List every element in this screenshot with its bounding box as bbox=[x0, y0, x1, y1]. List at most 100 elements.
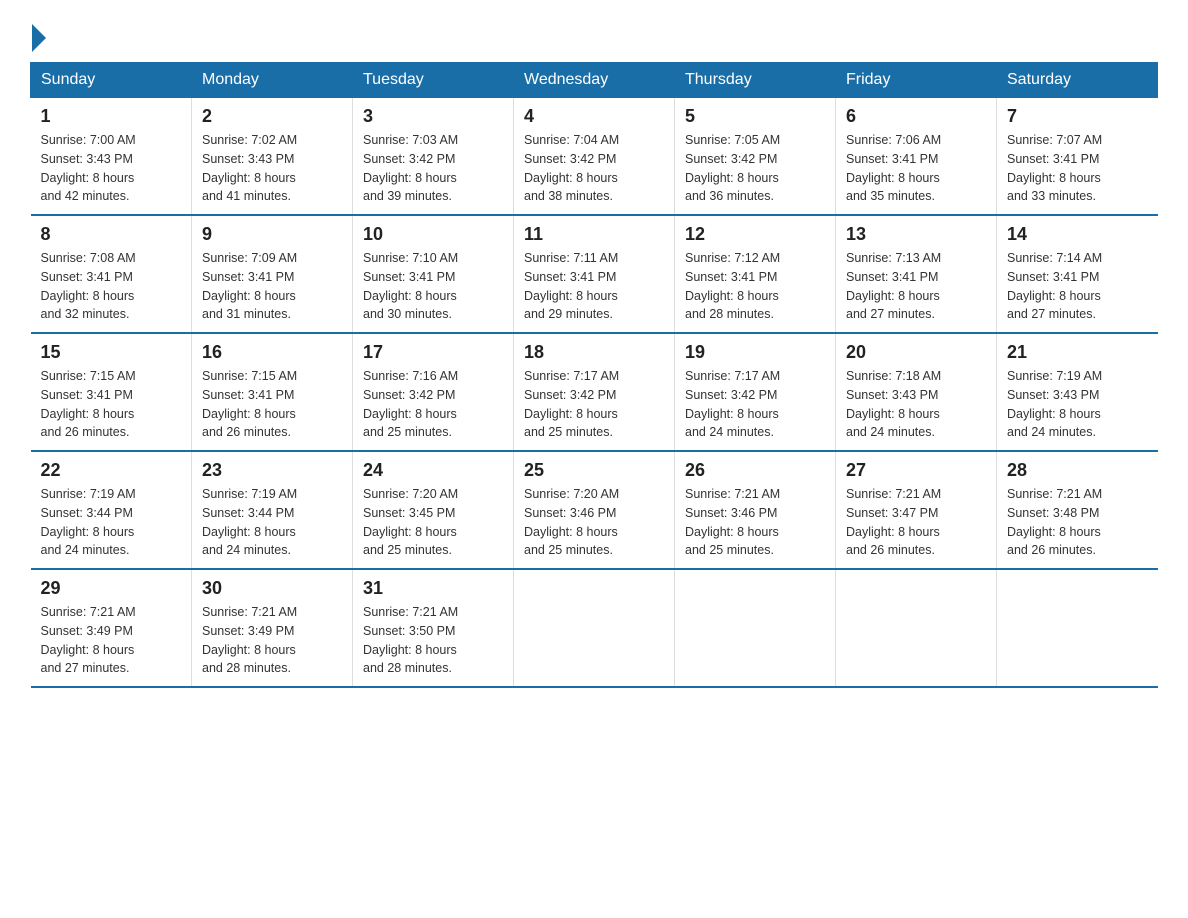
calendar-cell: 29 Sunrise: 7:21 AMSunset: 3:49 PMDaylig… bbox=[31, 569, 192, 687]
calendar-week-row: 1 Sunrise: 7:00 AMSunset: 3:43 PMDayligh… bbox=[31, 98, 1158, 216]
day-number: 13 bbox=[846, 224, 986, 245]
day-number: 28 bbox=[1007, 460, 1148, 481]
day-info: Sunrise: 7:06 AMSunset: 3:41 PMDaylight:… bbox=[846, 131, 986, 206]
day-info: Sunrise: 7:19 AMSunset: 3:43 PMDaylight:… bbox=[1007, 367, 1148, 442]
day-number: 17 bbox=[363, 342, 503, 363]
calendar-cell: 21 Sunrise: 7:19 AMSunset: 3:43 PMDaylig… bbox=[997, 333, 1158, 451]
day-number: 29 bbox=[41, 578, 182, 599]
calendar-cell: 2 Sunrise: 7:02 AMSunset: 3:43 PMDayligh… bbox=[192, 98, 353, 216]
calendar-cell: 5 Sunrise: 7:05 AMSunset: 3:42 PMDayligh… bbox=[675, 98, 836, 216]
calendar-cell: 9 Sunrise: 7:09 AMSunset: 3:41 PMDayligh… bbox=[192, 215, 353, 333]
day-number: 21 bbox=[1007, 342, 1148, 363]
weekday-header-tuesday: Tuesday bbox=[353, 63, 514, 98]
calendar-cell bbox=[514, 569, 675, 687]
day-number: 15 bbox=[41, 342, 182, 363]
day-info: Sunrise: 7:11 AMSunset: 3:41 PMDaylight:… bbox=[524, 249, 664, 324]
calendar-cell: 12 Sunrise: 7:12 AMSunset: 3:41 PMDaylig… bbox=[675, 215, 836, 333]
day-info: Sunrise: 7:15 AMSunset: 3:41 PMDaylight:… bbox=[202, 367, 342, 442]
day-number: 6 bbox=[846, 106, 986, 127]
calendar-cell: 1 Sunrise: 7:00 AMSunset: 3:43 PMDayligh… bbox=[31, 98, 192, 216]
calendar-cell: 10 Sunrise: 7:10 AMSunset: 3:41 PMDaylig… bbox=[353, 215, 514, 333]
calendar-week-row: 15 Sunrise: 7:15 AMSunset: 3:41 PMDaylig… bbox=[31, 333, 1158, 451]
day-info: Sunrise: 7:21 AMSunset: 3:46 PMDaylight:… bbox=[685, 485, 825, 560]
calendar-header-row: SundayMondayTuesdayWednesdayThursdayFrid… bbox=[31, 63, 1158, 98]
day-number: 5 bbox=[685, 106, 825, 127]
day-number: 18 bbox=[524, 342, 664, 363]
calendar-cell: 25 Sunrise: 7:20 AMSunset: 3:46 PMDaylig… bbox=[514, 451, 675, 569]
day-info: Sunrise: 7:20 AMSunset: 3:46 PMDaylight:… bbox=[524, 485, 664, 560]
calendar-cell: 20 Sunrise: 7:18 AMSunset: 3:43 PMDaylig… bbox=[836, 333, 997, 451]
day-number: 12 bbox=[685, 224, 825, 245]
calendar-cell: 8 Sunrise: 7:08 AMSunset: 3:41 PMDayligh… bbox=[31, 215, 192, 333]
calendar-cell: 28 Sunrise: 7:21 AMSunset: 3:48 PMDaylig… bbox=[997, 451, 1158, 569]
calendar-cell: 26 Sunrise: 7:21 AMSunset: 3:46 PMDaylig… bbox=[675, 451, 836, 569]
day-info: Sunrise: 7:07 AMSunset: 3:41 PMDaylight:… bbox=[1007, 131, 1148, 206]
day-number: 14 bbox=[1007, 224, 1148, 245]
calendar-cell: 18 Sunrise: 7:17 AMSunset: 3:42 PMDaylig… bbox=[514, 333, 675, 451]
day-info: Sunrise: 7:10 AMSunset: 3:41 PMDaylight:… bbox=[363, 249, 503, 324]
calendar-week-row: 8 Sunrise: 7:08 AMSunset: 3:41 PMDayligh… bbox=[31, 215, 1158, 333]
day-number: 20 bbox=[846, 342, 986, 363]
day-info: Sunrise: 7:05 AMSunset: 3:42 PMDaylight:… bbox=[685, 131, 825, 206]
calendar-cell: 24 Sunrise: 7:20 AMSunset: 3:45 PMDaylig… bbox=[353, 451, 514, 569]
day-info: Sunrise: 7:08 AMSunset: 3:41 PMDaylight:… bbox=[41, 249, 182, 324]
day-number: 19 bbox=[685, 342, 825, 363]
day-number: 27 bbox=[846, 460, 986, 481]
day-info: Sunrise: 7:15 AMSunset: 3:41 PMDaylight:… bbox=[41, 367, 182, 442]
day-info: Sunrise: 7:03 AMSunset: 3:42 PMDaylight:… bbox=[363, 131, 503, 206]
calendar-cell: 15 Sunrise: 7:15 AMSunset: 3:41 PMDaylig… bbox=[31, 333, 192, 451]
calendar-cell bbox=[836, 569, 997, 687]
page-header bbox=[30, 20, 1158, 52]
day-info: Sunrise: 7:09 AMSunset: 3:41 PMDaylight:… bbox=[202, 249, 342, 324]
calendar-cell: 17 Sunrise: 7:16 AMSunset: 3:42 PMDaylig… bbox=[353, 333, 514, 451]
day-info: Sunrise: 7:21 AMSunset: 3:50 PMDaylight:… bbox=[363, 603, 503, 678]
calendar-cell bbox=[675, 569, 836, 687]
day-info: Sunrise: 7:21 AMSunset: 3:49 PMDaylight:… bbox=[202, 603, 342, 678]
day-number: 31 bbox=[363, 578, 503, 599]
calendar-cell: 6 Sunrise: 7:06 AMSunset: 3:41 PMDayligh… bbox=[836, 98, 997, 216]
day-number: 7 bbox=[1007, 106, 1148, 127]
day-number: 8 bbox=[41, 224, 182, 245]
day-info: Sunrise: 7:17 AMSunset: 3:42 PMDaylight:… bbox=[685, 367, 825, 442]
day-number: 26 bbox=[685, 460, 825, 481]
day-info: Sunrise: 7:16 AMSunset: 3:42 PMDaylight:… bbox=[363, 367, 503, 442]
day-info: Sunrise: 7:18 AMSunset: 3:43 PMDaylight:… bbox=[846, 367, 986, 442]
day-info: Sunrise: 7:21 AMSunset: 3:47 PMDaylight:… bbox=[846, 485, 986, 560]
calendar-cell: 27 Sunrise: 7:21 AMSunset: 3:47 PMDaylig… bbox=[836, 451, 997, 569]
calendar-cell bbox=[997, 569, 1158, 687]
calendar-cell: 16 Sunrise: 7:15 AMSunset: 3:41 PMDaylig… bbox=[192, 333, 353, 451]
day-number: 30 bbox=[202, 578, 342, 599]
day-info: Sunrise: 7:20 AMSunset: 3:45 PMDaylight:… bbox=[363, 485, 503, 560]
day-number: 10 bbox=[363, 224, 503, 245]
day-number: 16 bbox=[202, 342, 342, 363]
day-number: 11 bbox=[524, 224, 664, 245]
weekday-header-monday: Monday bbox=[192, 63, 353, 98]
day-info: Sunrise: 7:04 AMSunset: 3:42 PMDaylight:… bbox=[524, 131, 664, 206]
weekday-header-sunday: Sunday bbox=[31, 63, 192, 98]
weekday-header-wednesday: Wednesday bbox=[514, 63, 675, 98]
day-number: 24 bbox=[363, 460, 503, 481]
calendar-cell: 13 Sunrise: 7:13 AMSunset: 3:41 PMDaylig… bbox=[836, 215, 997, 333]
day-info: Sunrise: 7:19 AMSunset: 3:44 PMDaylight:… bbox=[202, 485, 342, 560]
calendar-cell: 7 Sunrise: 7:07 AMSunset: 3:41 PMDayligh… bbox=[997, 98, 1158, 216]
logo bbox=[30, 20, 46, 52]
day-number: 2 bbox=[202, 106, 342, 127]
day-number: 25 bbox=[524, 460, 664, 481]
day-number: 4 bbox=[524, 106, 664, 127]
calendar-week-row: 22 Sunrise: 7:19 AMSunset: 3:44 PMDaylig… bbox=[31, 451, 1158, 569]
day-info: Sunrise: 7:00 AMSunset: 3:43 PMDaylight:… bbox=[41, 131, 182, 206]
day-info: Sunrise: 7:21 AMSunset: 3:48 PMDaylight:… bbox=[1007, 485, 1148, 560]
day-info: Sunrise: 7:19 AMSunset: 3:44 PMDaylight:… bbox=[41, 485, 182, 560]
calendar-cell: 30 Sunrise: 7:21 AMSunset: 3:49 PMDaylig… bbox=[192, 569, 353, 687]
day-info: Sunrise: 7:21 AMSunset: 3:49 PMDaylight:… bbox=[41, 603, 182, 678]
calendar-cell: 31 Sunrise: 7:21 AMSunset: 3:50 PMDaylig… bbox=[353, 569, 514, 687]
calendar-cell: 22 Sunrise: 7:19 AMSunset: 3:44 PMDaylig… bbox=[31, 451, 192, 569]
day-info: Sunrise: 7:13 AMSunset: 3:41 PMDaylight:… bbox=[846, 249, 986, 324]
day-number: 1 bbox=[41, 106, 182, 127]
weekday-header-saturday: Saturday bbox=[997, 63, 1158, 98]
day-info: Sunrise: 7:12 AMSunset: 3:41 PMDaylight:… bbox=[685, 249, 825, 324]
calendar-cell: 23 Sunrise: 7:19 AMSunset: 3:44 PMDaylig… bbox=[192, 451, 353, 569]
calendar-week-row: 29 Sunrise: 7:21 AMSunset: 3:49 PMDaylig… bbox=[31, 569, 1158, 687]
calendar-table: SundayMondayTuesdayWednesdayThursdayFrid… bbox=[30, 62, 1158, 688]
weekday-header-friday: Friday bbox=[836, 63, 997, 98]
